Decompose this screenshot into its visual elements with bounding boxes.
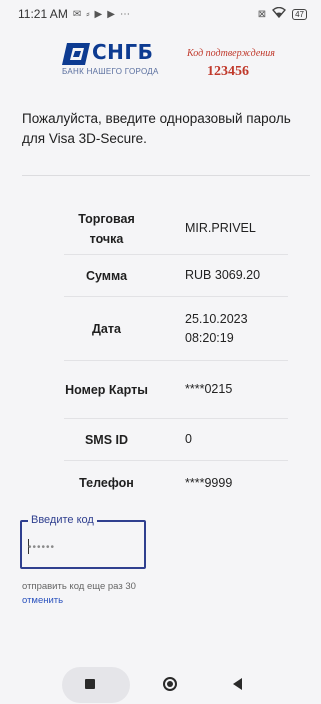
instruction-text: Пожалуйста, введите одноразовый пароль д… — [22, 111, 291, 146]
detail-label: Номер Карты — [65, 382, 148, 397]
play-icon: ▶ — [107, 8, 115, 20]
usb-icon: ⸗ — [86, 8, 90, 20]
brand-header: СНГБ БАНК НАШЕГО ГОРОДА Код подтверждени… — [0, 40, 321, 79]
detail-row-card-number: Номер Карты ****0215 — [64, 361, 288, 419]
status-bar: 11:21 AM ✉ ⸗ ▶ ▶ ⋯ ⊠ 47 — [0, 0, 321, 28]
detail-label: Торговая точка — [78, 211, 135, 246]
detail-value: 0 — [185, 432, 192, 446]
code-input-box[interactable]: Введите код — [20, 513, 146, 569]
content-page: СНГБ БАНК НАШЕГО ГОРОДА Код подтверждени… — [0, 28, 321, 666]
status-bar-left: 11:21 AM ✉ ⸗ ▶ ▶ ⋯ — [18, 7, 130, 21]
more-icon: ⋯ — [119, 8, 130, 20]
detail-value: 25.10.2023 08:20:19 — [185, 311, 248, 345]
detail-label: SMS ID — [84, 432, 129, 447]
status-time: 11:21 AM — [18, 7, 68, 21]
detail-value: ****9999 — [185, 475, 233, 490]
divider — [22, 175, 310, 176]
notification-icon: ✉ — [72, 8, 82, 20]
detail-value: RUB 3069.20 — [185, 268, 261, 282]
confirmation-code-label: Код подтверждения — [187, 48, 275, 59]
bank-slogan: БАНК НАШЕГО ГОРОДА — [62, 67, 159, 76]
sim-icon: ⊠ — [257, 8, 267, 20]
status-bar-right: ⊠ 47 — [257, 6, 307, 21]
recents-button[interactable] — [62, 667, 130, 703]
detail-label: Дата — [92, 321, 121, 336]
confirmation-code-value: 123456 — [207, 64, 249, 79]
detail-label: Сумма — [85, 268, 128, 283]
bank-logo-text: СНГБ — [92, 40, 154, 64]
bank-logo-icon — [62, 43, 90, 70]
detail-row-phone: Телефон ****9999 — [64, 461, 288, 505]
detail-row-sms-id: SMS ID 0 — [64, 419, 288, 461]
detail-label: Телефон — [79, 476, 134, 490]
square-icon — [85, 679, 95, 689]
code-input[interactable] — [28, 538, 138, 556]
circle-icon[interactable] — [163, 677, 177, 691]
resend-code-text: отправить код еще раз 30 — [22, 581, 136, 592]
navigation-bar — [0, 666, 321, 704]
detail-value: MIR.PRIVEL — [185, 221, 256, 235]
wifi-icon — [272, 6, 287, 21]
triangle-back-icon[interactable] — [233, 678, 242, 690]
detail-value: ****0215 — [185, 382, 233, 396]
detail-row-merchant: Торговая точка MIR.PRIVEL — [64, 203, 288, 255]
cancel-link[interactable]: отменить — [22, 595, 63, 606]
battery-icon: 47 — [292, 8, 307, 20]
detail-row-date: Дата 25.10.2023 08:20:19 — [64, 297, 288, 361]
detail-row-amount: Сумма RUB 3069.20 — [64, 255, 288, 297]
play-icon: ▶ — [94, 8, 103, 20]
code-input-legend: Введите код — [28, 513, 97, 527]
